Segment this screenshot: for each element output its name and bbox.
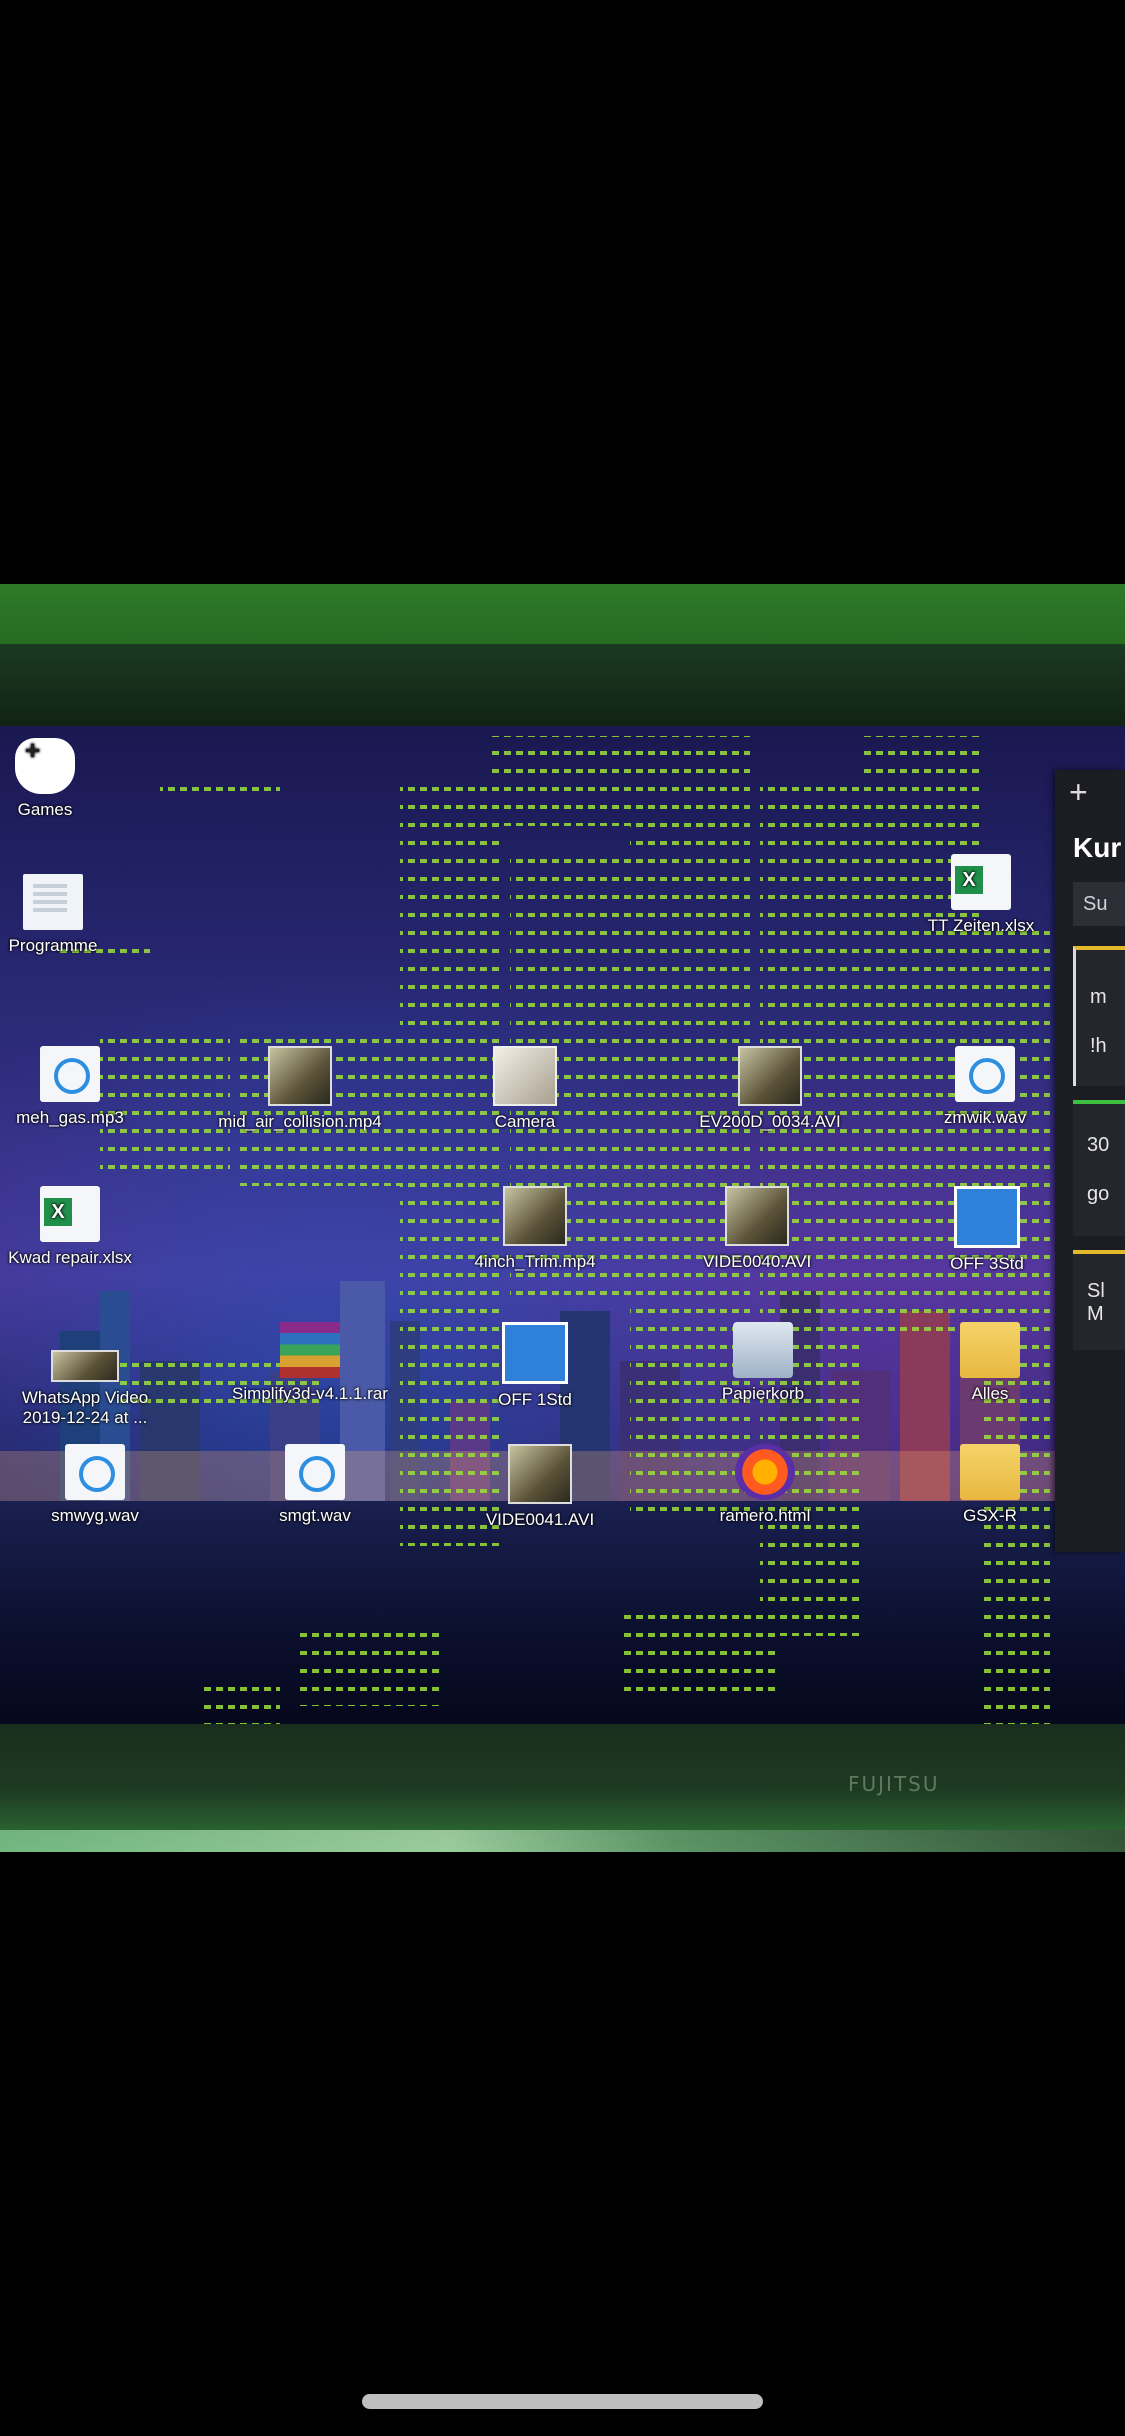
- video-icon: [738, 1046, 802, 1106]
- icon-label: TT Zeiten.xlsx: [927, 916, 1035, 935]
- exe-icon: [954, 1186, 1020, 1248]
- icon-label: smgt.wav: [279, 1506, 351, 1525]
- green-wall: [0, 584, 1125, 649]
- icon-label: VIDE0040.AVI: [702, 1252, 812, 1271]
- camera-icon: [493, 1046, 557, 1106]
- search-input[interactable]: Su: [1073, 882, 1125, 926]
- desktop-icon-zmwik[interactable]: zmwik.wav: [910, 1046, 1060, 1128]
- media-icon: [285, 1444, 345, 1500]
- icon-label: mid_air_collision.mp4: [218, 1112, 382, 1131]
- media-icon: [40, 1046, 100, 1102]
- note-card[interactable]: 30 go: [1073, 1100, 1125, 1236]
- note-line: m: [1090, 986, 1107, 1008]
- icon-label: Simplify3d-v4.1.1.rar: [232, 1384, 388, 1403]
- icon-label: ramero.html: [719, 1506, 811, 1525]
- desktop-icon-mid-air[interactable]: mid_air_collision.mp4: [200, 1046, 400, 1132]
- desktop-icon-tt-zeiten[interactable]: TT Zeiten.xlsx: [906, 854, 1056, 936]
- exe-icon: [502, 1322, 568, 1384]
- note-line: Sl: [1087, 1280, 1105, 1302]
- note-line: M: [1087, 1303, 1104, 1325]
- video-icon: [725, 1186, 789, 1246]
- monitor-photo: Games Programme TT Zeiten.xlsx meh_gas.m…: [0, 584, 1125, 1852]
- folder-icon: [960, 1322, 1020, 1378]
- icon-label: meh_gas.mp3: [16, 1108, 124, 1127]
- note-line: 30: [1087, 1134, 1110, 1156]
- wallpaper-water: [0, 1501, 1125, 1731]
- note-card[interactable]: Sl M: [1073, 1250, 1125, 1350]
- desktop-icon-papierkorb[interactable]: Papierkorb: [688, 1322, 838, 1404]
- recycle-bin-icon: [733, 1322, 793, 1378]
- desktop-icon-camera[interactable]: Camera: [450, 1046, 600, 1132]
- desktop-icon-vide0040[interactable]: VIDE0040.AVI: [682, 1186, 832, 1272]
- icon-label: Alles: [971, 1384, 1009, 1403]
- icon-label: Games: [17, 800, 73, 819]
- video-icon: [503, 1186, 567, 1246]
- icon-label: Kwad repair.xlsx: [8, 1248, 132, 1267]
- desktop-icon-smwyg[interactable]: smwyg.wav: [20, 1444, 170, 1526]
- icon-label: Papierkorb: [721, 1384, 805, 1403]
- desktop-icon-ev200d[interactable]: EV200D_0034.AVI: [680, 1046, 860, 1132]
- monitor-bezel-top: [0, 644, 1125, 739]
- note-line: !h: [1090, 1035, 1107, 1057]
- icon-label: 4inch_Trim.mp4: [474, 1252, 596, 1271]
- desktop-icon-simplify[interactable]: Simplify3d-v4.1.1.rar: [210, 1322, 410, 1404]
- rar-icon: [280, 1322, 340, 1378]
- icon-label: Camera: [494, 1112, 556, 1131]
- media-icon: [65, 1444, 125, 1500]
- icon-label: Programme: [8, 936, 98, 955]
- excel-icon: [40, 1186, 100, 1242]
- desktop-icon-whatsapp[interactable]: WhatsApp Video 2019-12-24 at ...: [5, 1322, 165, 1428]
- side-app-window[interactable]: + Kur Su m !h 30 go Sl M: [1055, 770, 1125, 1552]
- monitor-brand: FUJITSU: [848, 1772, 940, 1796]
- video-icon: [268, 1046, 332, 1106]
- video-icon: [51, 1350, 119, 1382]
- note-card[interactable]: m !h: [1073, 946, 1125, 1086]
- icon-label: zmwik.wav: [943, 1108, 1027, 1127]
- video-icon: [508, 1444, 572, 1504]
- desktop-icon-smgt[interactable]: smgt.wav: [240, 1444, 390, 1526]
- icon-label: WhatsApp Video 2019-12-24 at ...: [21, 1388, 149, 1427]
- folder-icon: [960, 1444, 1020, 1500]
- icon-label: OFF 1Std: [498, 1390, 572, 1409]
- desktop-icon-4inch[interactable]: 4inch_Trim.mp4: [450, 1186, 620, 1272]
- icon-label: VIDE0041.AVI: [485, 1510, 595, 1529]
- desktop-icon-alles[interactable]: Alles: [915, 1322, 1065, 1404]
- note-line: go: [1087, 1183, 1110, 1205]
- add-icon[interactable]: +: [1069, 774, 1088, 811]
- desktop-icon-games[interactable]: Games: [0, 738, 120, 820]
- firefox-icon: [735, 1444, 795, 1500]
- icon-label: GSX-R: [963, 1506, 1017, 1525]
- window-title: Kur: [1073, 832, 1122, 863]
- icon-label: EV200D_0034.AVI: [699, 1112, 841, 1131]
- desktop-icon-vide0041[interactable]: VIDE0041.AVI: [465, 1444, 615, 1530]
- icon-label: OFF 3Std: [950, 1254, 1024, 1273]
- home-indicator[interactable]: [362, 2394, 763, 2409]
- desk-glow: [0, 1830, 1125, 1852]
- desktop-screen: Games Programme TT Zeiten.xlsx meh_gas.m…: [0, 726, 1125, 1731]
- desktop-icon-kwad[interactable]: Kwad repair.xlsx: [0, 1186, 145, 1268]
- desktop-icon-ramero[interactable]: ramero.html: [690, 1444, 840, 1526]
- program-icon: [23, 874, 83, 930]
- desktop-icon-off3std[interactable]: OFF 3Std: [912, 1186, 1062, 1274]
- icon-label: smwyg.wav: [51, 1506, 139, 1525]
- desktop-icon-off1std[interactable]: OFF 1Std: [460, 1322, 610, 1410]
- desktop-icon-meh-gas[interactable]: meh_gas.mp3: [0, 1046, 145, 1128]
- media-icon: [955, 1046, 1015, 1102]
- desktop-icon-programme[interactable]: Programme: [0, 874, 128, 956]
- desktop-icon-gsxr[interactable]: GSX-R: [915, 1444, 1065, 1526]
- controller-icon: [15, 738, 75, 794]
- excel-icon: [951, 854, 1011, 910]
